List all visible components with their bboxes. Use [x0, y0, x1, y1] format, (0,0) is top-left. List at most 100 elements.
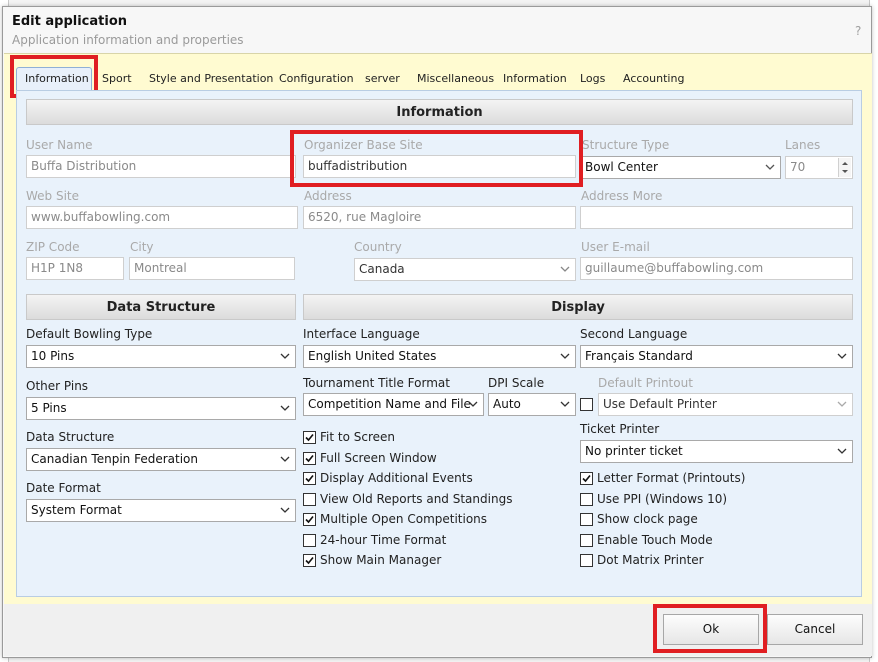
spinner-arrows-icon: [842, 162, 848, 173]
default-printout-value: Use Default Printer: [603, 397, 717, 411]
checkmark-icon: [582, 474, 591, 483]
checkbox-multiple-open-competitions[interactable]: Multiple Open Competitions: [303, 512, 553, 528]
lanes-field[interactable]: 70: [785, 156, 853, 179]
user-name-label: User Name: [26, 138, 93, 152]
tournament-title-format-select[interactable]: Competition Name and File: [303, 393, 484, 416]
tab-miscellaneous[interactable]: Miscellaneous: [417, 72, 494, 88]
dialog-title: Edit application: [12, 14, 128, 29]
default-printout-select[interactable]: Use Default Printer: [598, 393, 853, 416]
data-structure-value: Canadian Tenpin Federation: [31, 452, 198, 466]
date-format-label: Date Format: [26, 481, 101, 495]
other-pins-select[interactable]: 5 Pins: [26, 397, 296, 420]
checkbox-fit-to-screen[interactable]: Fit to Screen: [303, 430, 553, 446]
country-select[interactable]: Canada: [354, 258, 576, 281]
city-label: City: [130, 240, 154, 254]
chevron-down-icon: [560, 351, 570, 361]
checkbox-label: Show clock page: [597, 512, 698, 526]
user-name-field[interactable]: Buffa Distribution: [26, 155, 296, 178]
chevron-down-icon: [280, 403, 290, 413]
dpi-scale-value: Auto: [493, 397, 521, 411]
checkmark-icon: [305, 433, 314, 442]
address-field[interactable]: 6520, rue Magloire: [303, 206, 576, 229]
checkbox-label: Fit to Screen: [320, 430, 395, 444]
city-field[interactable]: Montreal: [129, 257, 295, 280]
checkbox-box: [580, 472, 593, 485]
ticket-printer-label: Ticket Printer: [580, 422, 660, 436]
date-format-value: System Format: [31, 503, 122, 517]
checkbox-box: [303, 554, 316, 567]
structure-type-value: Bowl Center: [585, 160, 658, 174]
lanes-label: Lanes: [785, 138, 821, 152]
checkbox-show-main-manager[interactable]: Show Main Manager: [303, 553, 553, 569]
lanes-spinner[interactable]: [838, 158, 851, 177]
dpi-scale-label: DPI Scale: [488, 376, 545, 390]
default-printout-label: Default Printout: [598, 376, 693, 390]
checkbox-dot-matrix-printer[interactable]: Dot Matrix Printer: [580, 553, 830, 569]
zip-code-label: ZIP Code: [26, 240, 80, 254]
chevron-down-icon: [837, 446, 847, 456]
country-value: Canada: [359, 262, 405, 276]
highlight-frame-ok: [653, 604, 767, 653]
checkbox-box: [580, 513, 593, 526]
address-more-field[interactable]: [580, 206, 853, 229]
ticket-printer-select[interactable]: No printer ticket: [580, 440, 853, 463]
tab-style-and-presentation[interactable]: Style and Presentation: [149, 72, 273, 88]
checkbox-box: [303, 472, 316, 485]
checkbox-label: Letter Format (Printouts): [597, 471, 746, 485]
web-site-field[interactable]: www.buffabowling.com: [26, 206, 298, 229]
checkbox-letter-format[interactable]: Letter Format (Printouts): [580, 471, 830, 487]
tab-server[interactable]: server: [365, 72, 400, 88]
checkbox-show-clock-page[interactable]: Show clock page: [580, 512, 830, 528]
tab-accounting[interactable]: Accounting: [623, 72, 684, 88]
checkmark-icon: [305, 556, 314, 565]
second-language-select[interactable]: Français Standard: [580, 345, 853, 368]
second-language-value: Français Standard: [585, 349, 693, 363]
display-header: Display: [303, 294, 853, 320]
checkbox-label: Enable Touch Mode: [597, 533, 713, 547]
data-structure-header: Data Structure: [26, 294, 296, 320]
tab-sport[interactable]: Sport: [102, 72, 132, 88]
web-site-label: Web Site: [26, 189, 80, 203]
checkmark-icon: [305, 474, 314, 483]
chevron-down-icon: [837, 399, 847, 409]
chevron-down-icon: [765, 162, 775, 172]
structure-type-select[interactable]: Bowl Center: [580, 156, 781, 179]
help-button[interactable]: ?: [855, 24, 861, 38]
checkmark-icon: [305, 515, 314, 524]
date-format-select[interactable]: System Format: [26, 499, 296, 522]
interface-language-label: Interface Language: [303, 327, 420, 341]
checkmark-icon: [305, 454, 314, 463]
zip-code-field[interactable]: H1P 1N8: [26, 257, 124, 280]
other-pins-label: Other Pins: [26, 379, 89, 393]
checkbox-label: Multiple Open Competitions: [320, 512, 488, 526]
checkbox-label: Show Main Manager: [320, 553, 442, 567]
second-language-label: Second Language: [580, 327, 688, 341]
checkbox-24-hour-time-format[interactable]: 24-hour Time Format: [303, 533, 553, 549]
user-email-field[interactable]: guillaume@buffabowling.com: [580, 257, 853, 280]
tab-logs[interactable]: Logs: [580, 72, 605, 88]
interface-language-select[interactable]: English United States: [303, 345, 576, 368]
tab-configuration[interactable]: Configuration: [279, 72, 354, 88]
checkbox-enable-touch-mode[interactable]: Enable Touch Mode: [580, 533, 830, 549]
checkbox-label: Display Additional Events: [320, 471, 473, 485]
default-printout-checkbox[interactable]: [580, 398, 594, 412]
interface-language-value: English United States: [308, 349, 437, 363]
chevron-down-icon: [837, 351, 847, 361]
user-email-label: User E-mail: [581, 240, 650, 254]
data-structure-select[interactable]: Canadian Tenpin Federation: [26, 448, 296, 471]
default-bowling-type-select[interactable]: 10 Pins: [26, 345, 296, 368]
checkbox-box: [580, 554, 593, 567]
checkbox-full-screen-window[interactable]: Full Screen Window: [303, 451, 553, 467]
checkbox-use-ppi[interactable]: Use PPI (Windows 10): [580, 492, 830, 508]
checkbox-box: [580, 534, 593, 547]
checkbox-view-old-reports[interactable]: View Old Reports and Standings: [303, 492, 553, 508]
checkbox-label: Full Screen Window: [320, 451, 437, 465]
ticket-printer-value: No printer ticket: [585, 444, 683, 458]
dialog-subtitle: Application information and properties: [12, 33, 244, 47]
dpi-scale-select[interactable]: Auto: [488, 393, 576, 416]
tournament-title-format-value: Competition Name and File: [308, 397, 471, 411]
tab-information-2[interactable]: Information: [503, 72, 567, 88]
checkbox-display-additional-events[interactable]: Display Additional Events: [303, 471, 553, 487]
cancel-button[interactable]: Cancel: [767, 614, 863, 645]
checkbox-box: [303, 452, 316, 465]
